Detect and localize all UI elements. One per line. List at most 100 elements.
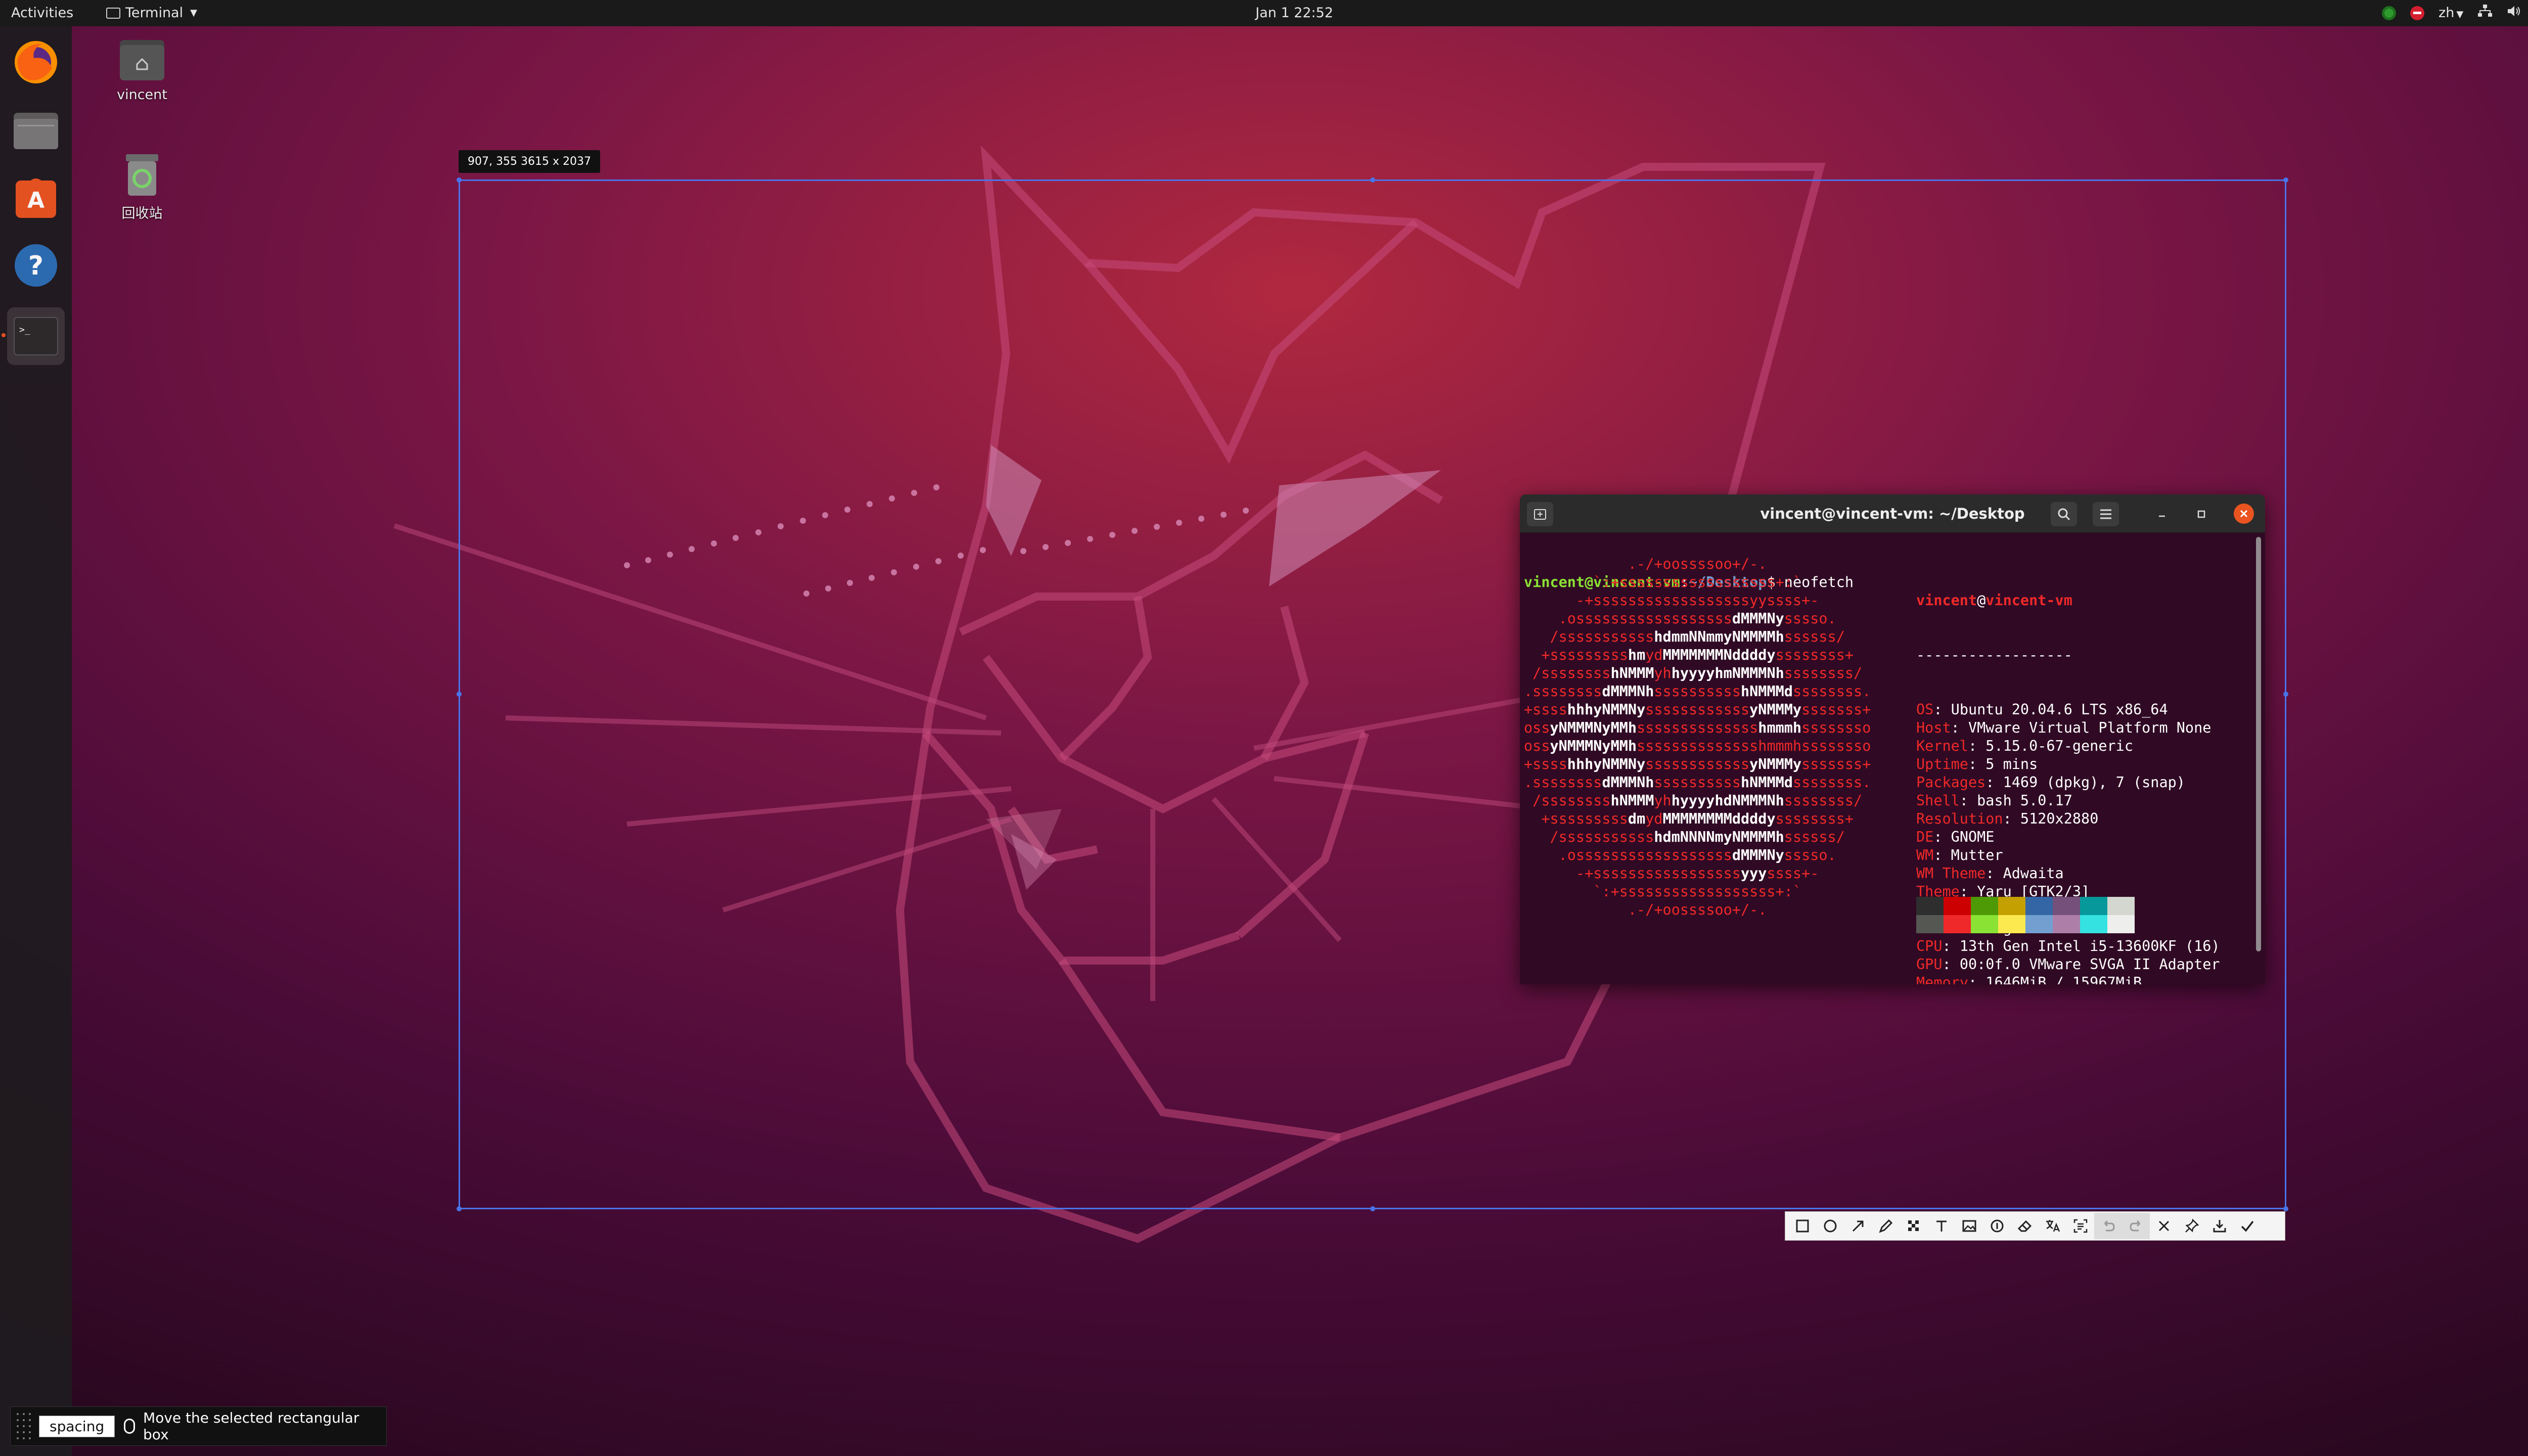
undo-icon[interactable] [2094, 1213, 2122, 1239]
mouse-icon [124, 1419, 136, 1434]
resize-handle-top-right[interactable] [2283, 177, 2288, 183]
activities-button[interactable]: Activities [11, 5, 73, 21]
chevron-down-icon: ▼ [2456, 9, 2464, 20]
serial-number-tool-icon[interactable] [1983, 1213, 2011, 1239]
info-line: GPU: 00:0f.0 VMware SVGA II Adapter [1916, 956, 2220, 974]
volume-icon[interactable] [2507, 5, 2522, 21]
terminal-header-bar[interactable]: vincent@vincent-vm: ~/Desktop [1520, 494, 2265, 533]
desktop-trash[interactable]: 回收站 [107, 152, 177, 222]
logo-segment: +ssss [1524, 701, 1567, 718]
search-icon [2058, 508, 2070, 521]
logo-segment: MMMMMMMNddddy [1662, 647, 1776, 663]
dock-help[interactable]: ? [7, 237, 65, 294]
confirm-icon[interactable] [2233, 1213, 2261, 1239]
image-tool-icon[interactable] [1955, 1213, 1983, 1239]
info-key: Packages [1916, 774, 1986, 791]
logo-segment: ssssssss. [1792, 774, 1897, 791]
red-status-icon[interactable] [2410, 6, 2425, 20]
logo-line: +sssshhhyNMMNyssssssssssssyNMMMysssssss+ [1524, 755, 1897, 774]
close-button[interactable] [2234, 504, 2254, 524]
new-tab-icon [1534, 509, 1546, 520]
logo-segment: sssso. [1784, 847, 1897, 863]
logo-line: +ssssssssshmydMMMMMMMNddddyssssssss+ [1524, 646, 1897, 664]
palette-swatch [2080, 897, 2107, 915]
resize-handle-top-left[interactable] [457, 177, 462, 183]
minimize-button[interactable] [2149, 502, 2175, 526]
logo-segment: ssssssssssss [1645, 701, 1750, 718]
desktop-trash-label: 回收站 [121, 206, 163, 221]
info-line: Host: VMware Virtual Platform None [1916, 719, 2220, 737]
desktop-home-label: vincent [117, 87, 167, 103]
terminal-window[interactable]: vincent@vincent-vm: ~/Desktop vincent@vi… [1520, 494, 2265, 984]
resize-handle-bottom[interactable] [1370, 1206, 1375, 1211]
dock-ubuntu-software[interactable]: A [7, 169, 65, 226]
info-value: GNOME [1951, 829, 1995, 845]
logo-segment: hm [1628, 647, 1646, 663]
rectangle-tool-icon[interactable] [1788, 1213, 1816, 1239]
eraser-tool-icon[interactable] [2011, 1213, 2039, 1239]
scrollbar[interactable] [2256, 537, 2261, 951]
info-value: 00:0f.0 VMware SVGA II Adapter [1959, 956, 2220, 973]
redo-icon[interactable] [2122, 1213, 2150, 1239]
ellipse-tool-icon[interactable] [1816, 1213, 1844, 1239]
info-value: Adwaita [2003, 865, 2064, 882]
mosaic-tool-icon[interactable] [1900, 1213, 1927, 1239]
info-value: 13th Gen Intel i5-13600KF (16) [1959, 938, 2220, 954]
info-key: Host [1916, 719, 1951, 736]
info-line: Memory: 1646MiB / 15967MiB [1916, 974, 2220, 984]
logo-segment: -+ssssssssssssssssssyyssss+- [1524, 592, 1897, 609]
logo-segment: .-/+oossssoo+/-. [1524, 901, 1897, 918]
new-tab-button[interactable] [1527, 502, 1553, 526]
resize-handle-top[interactable] [1370, 177, 1375, 183]
desktop-home-folder[interactable]: vincent [107, 36, 177, 103]
save-icon[interactable] [2205, 1213, 2233, 1239]
resize-handle-left[interactable] [457, 692, 462, 697]
logo-line: .-/+oossssoo+/-. [1524, 901, 1897, 919]
resize-handle-bottom-right[interactable] [2283, 1206, 2288, 1211]
info-key: Shell [1916, 792, 1960, 809]
terminal-output[interactable]: vincent@vincent-vm:~/Desktop$ neofetch .… [1524, 537, 2254, 984]
logo-segment: hNMMMd [1740, 774, 1793, 791]
logo-segment: hhhyNMMNy [1567, 701, 1646, 718]
maximize-button[interactable] [2188, 502, 2215, 526]
dock-firefox[interactable] [7, 33, 65, 91]
dock-files[interactable] [7, 101, 65, 159]
input-method-indicator[interactable]: zh ▼ [2439, 5, 2463, 21]
info-colon: : [1933, 847, 1951, 863]
translate-tool-icon[interactable] [2039, 1213, 2066, 1239]
network-icon[interactable] [2477, 5, 2493, 21]
system-tray[interactable]: zh▼ ▼ [2382, 4, 2528, 22]
green-status-icon[interactable] [2382, 6, 2397, 20]
terminal-icon: >_ [14, 317, 58, 355]
hamburger-menu-icon [2100, 509, 2111, 519]
info-key: Uptime [1916, 756, 1968, 772]
info-colon: : [1959, 792, 1977, 809]
pin-icon[interactable] [2178, 1213, 2205, 1239]
cancel-icon[interactable] [2150, 1213, 2178, 1239]
resize-handle-right[interactable] [2283, 692, 2288, 697]
app-menu[interactable]: Terminal ▼ [106, 5, 197, 21]
arrow-tool-icon[interactable] [1844, 1213, 1872, 1239]
logo-line: /sssssssshNMMMyhhyyyyhmNMMMNhssssssss/ [1524, 664, 1897, 682]
svg-text:A: A [27, 188, 44, 213]
color-palette [1916, 897, 2135, 933]
search-button[interactable] [2051, 502, 2077, 526]
clock[interactable]: Jan 1 22:52 [1255, 5, 1333, 21]
logo-segment: ssssssss+ [1775, 810, 1897, 827]
ubuntu-ascii-logo: .-/+oossssoo+/-. `:+ssssssssssssssssss+:… [1524, 555, 1897, 919]
logo-line: -+sssssssssssssssssyyyssss+- [1524, 864, 1897, 883]
resize-handle-bottom-left[interactable] [457, 1206, 462, 1211]
logo-segment: hNMMM [1610, 665, 1654, 681]
menu-button[interactable] [2093, 502, 2119, 526]
logo-segment: yNMMMy [1749, 756, 1802, 772]
pen-tool-icon[interactable] [1872, 1213, 1900, 1239]
info-line: Shell: bash 5.0.17 [1916, 792, 2220, 810]
app-menu-label: Terminal [125, 5, 184, 21]
ocr-tool-icon[interactable] [2066, 1213, 2094, 1239]
info-lines: OS: Ubuntu 20.04.6 LTS x86_64 Host: VMwar… [1916, 701, 2220, 984]
folder-icon [14, 113, 58, 149]
info-key: DE [1916, 829, 1934, 845]
logo-line: /ssssssssssshdmmNNmmyNMMMMhssssss/ [1524, 628, 1897, 646]
text-tool-icon[interactable] [1927, 1213, 1955, 1239]
dock-terminal[interactable]: >_ [7, 307, 65, 365]
